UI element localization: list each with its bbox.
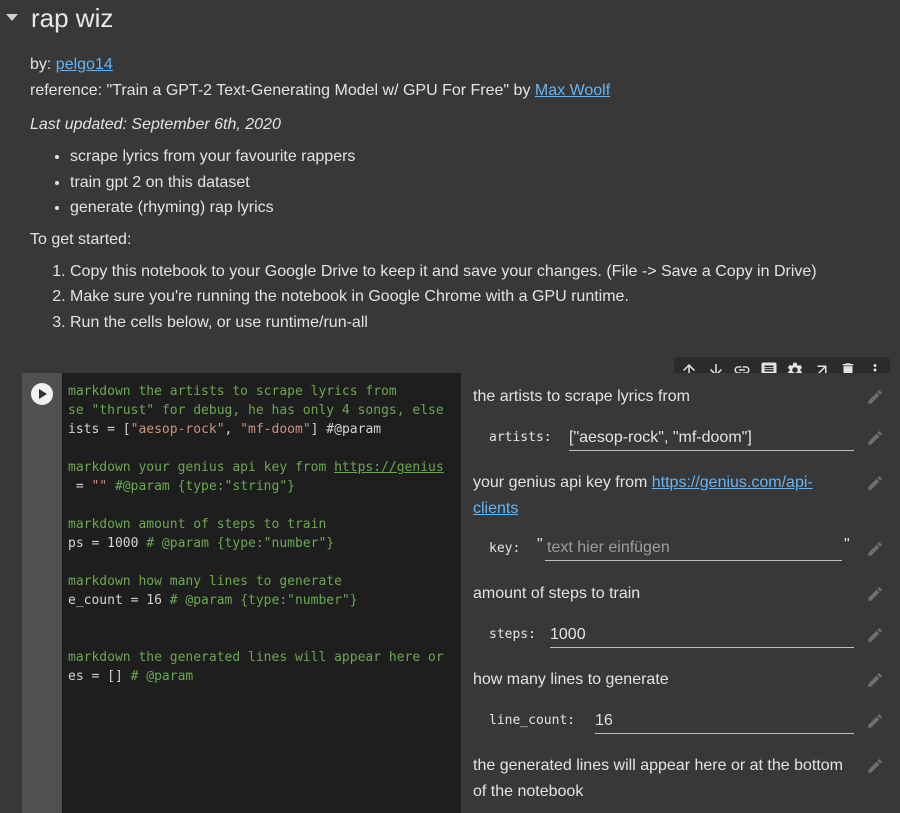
pencil-icon bbox=[868, 628, 882, 642]
lines-description: how many lines to generate bbox=[473, 671, 669, 688]
pencil-icon bbox=[868, 759, 882, 773]
code-line: e_count = 16 # @param {type:"number"} bbox=[68, 593, 358, 608]
key-quote-open: " bbox=[537, 536, 543, 553]
reference-author-link[interactable]: Max Woolf bbox=[535, 82, 610, 99]
code-editor[interactable]: markdown the artists to scrape lyrics fr… bbox=[62, 373, 461, 813]
steps-description: amount of steps to train bbox=[473, 585, 641, 602]
pencil-icon bbox=[868, 673, 882, 687]
pencil-icon bbox=[868, 431, 882, 445]
list-item: Copy this notebook to your Google Drive … bbox=[70, 259, 870, 285]
pencil-icon bbox=[868, 542, 882, 556]
key-label: key: bbox=[489, 541, 521, 556]
pencil-icon bbox=[868, 390, 882, 404]
list-item: scrape lyrics from your favourite rapper… bbox=[70, 144, 870, 170]
getting-started-heading: To get started: bbox=[30, 230, 132, 248]
last-updated: Last updated: September 6th, 2020 bbox=[30, 116, 281, 133]
artists-label: artists: bbox=[489, 430, 552, 445]
genius-api-link-cont[interactable]: clients bbox=[473, 500, 518, 517]
edit-line-count-button[interactable] bbox=[866, 712, 884, 730]
feature-list: scrape lyrics from your favourite rapper… bbox=[30, 144, 870, 221]
pencil-icon bbox=[868, 587, 882, 601]
pencil-icon bbox=[868, 714, 882, 728]
generated-description-cont: of the notebook bbox=[473, 783, 584, 800]
code-line: es = [] # @param bbox=[68, 669, 194, 684]
author-link[interactable]: pelgo14 bbox=[56, 56, 113, 73]
generated-description: the generated lines will appear here or … bbox=[473, 757, 844, 774]
edit-steps-desc-button[interactable] bbox=[866, 585, 884, 603]
code-line: ists = ["aesop-rock", "mf-doom"] #@param bbox=[68, 422, 382, 437]
edit-artists-button[interactable] bbox=[866, 429, 884, 447]
by-prefix: by: bbox=[30, 56, 56, 73]
steps-list: Copy this notebook to your Google Drive … bbox=[30, 259, 870, 336]
markdown-text-cell: by: pelgo14 reference: "Train a GPT-2 Te… bbox=[30, 52, 870, 335]
code-line: ps = 1000 # @param {type:"number"} bbox=[68, 536, 335, 551]
list-item: generate (rhyming) rap lyrics bbox=[70, 195, 870, 221]
reference-prefix: reference: "Train a GPT-2 Text-Generatin… bbox=[30, 82, 535, 99]
code-line: markdown the generated lines will appear… bbox=[68, 650, 444, 665]
steps-field[interactable]: 1000 bbox=[550, 623, 854, 648]
form-panel: the artists to scrape lyrics from artist… bbox=[461, 373, 900, 813]
artists-field[interactable]: ["aesop-rock", "mf-doom"] bbox=[569, 426, 854, 451]
key-quote-close: " bbox=[844, 536, 850, 553]
artists-description: the artists to scrape lyrics from bbox=[473, 388, 690, 405]
code-line: = "" #@param {type:"string"} bbox=[68, 479, 295, 494]
author-line: by: pelgo14 bbox=[30, 52, 870, 78]
code-line: se "thrust" for debug, he has only 4 son… bbox=[68, 403, 444, 418]
play-icon bbox=[39, 389, 47, 399]
collapse-arrow-icon[interactable] bbox=[6, 14, 18, 21]
steps-label: steps: bbox=[489, 627, 536, 642]
code-line: markdown the artists to scrape lyrics fr… bbox=[68, 384, 397, 399]
section-title: rap wiz bbox=[31, 3, 114, 33]
run-cell-button[interactable] bbox=[31, 383, 53, 405]
code-line: markdown your genius api key from https:… bbox=[68, 460, 444, 475]
genius-api-link[interactable]: https://genius.com/api- bbox=[652, 474, 813, 491]
key-description-cont: clients bbox=[473, 496, 518, 522]
line-count-label: line_count: bbox=[489, 713, 576, 728]
section-header[interactable]: rap wiz bbox=[0, 0, 900, 40]
reference-line: reference: "Train a GPT-2 Text-Generatin… bbox=[30, 78, 870, 104]
edit-steps-button[interactable] bbox=[866, 626, 884, 644]
line-count-field[interactable]: 16 bbox=[595, 709, 854, 734]
list-item: train gpt 2 on this dataset bbox=[70, 170, 870, 196]
code-line: markdown how many lines to generate bbox=[68, 574, 342, 589]
edit-lines-desc-button[interactable] bbox=[866, 671, 884, 689]
code-line: markdown amount of steps to train bbox=[68, 517, 327, 532]
edit-generated-desc-button[interactable] bbox=[866, 757, 884, 775]
edit-key-button[interactable] bbox=[866, 540, 884, 558]
cell-gutter bbox=[22, 373, 62, 813]
key-field[interactable]: text hier einfügen bbox=[545, 536, 842, 561]
pencil-icon bbox=[868, 476, 882, 490]
edit-artists-desc-button[interactable] bbox=[866, 388, 884, 406]
list-item: Make sure you're running the notebook in… bbox=[70, 284, 870, 310]
key-description: your genius api key from https://genius.… bbox=[473, 474, 813, 491]
list-item: Run the cells below, or use runtime/run-… bbox=[70, 310, 870, 336]
edit-key-desc-button[interactable] bbox=[866, 474, 884, 492]
